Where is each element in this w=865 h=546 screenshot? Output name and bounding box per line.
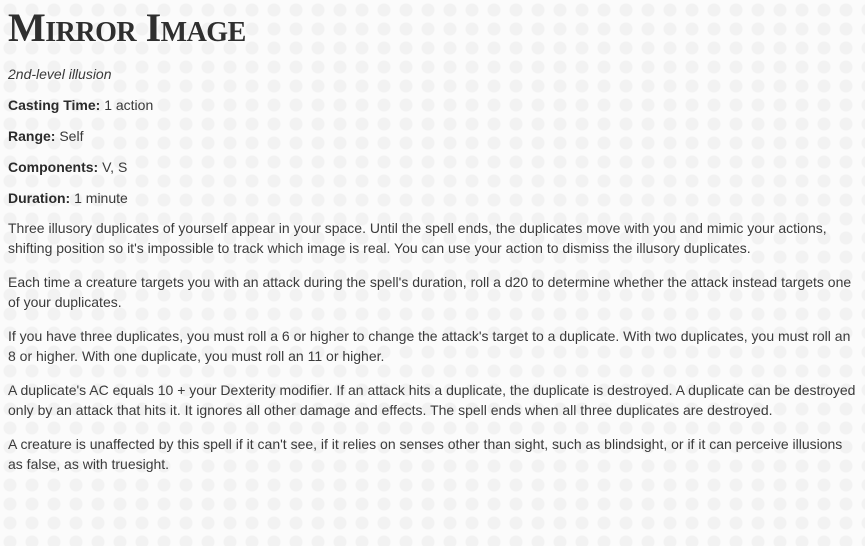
description-paragraph: Three illusory duplicates of yourself ap… bbox=[8, 220, 827, 256]
duration-value: 1 minute bbox=[74, 190, 128, 206]
casting-time-value: 1 action bbox=[104, 97, 154, 113]
description-paragraph: Each time a creature targets you with an… bbox=[8, 274, 852, 310]
spell-title: Mirror Image bbox=[8, 5, 246, 50]
description-paragraph: A creature is unaffected by this spell i… bbox=[8, 436, 843, 472]
description-paragraph: If you have three duplicates, you must r… bbox=[8, 328, 851, 364]
casting-time-row: Casting Time: 1 action bbox=[8, 96, 857, 114]
duration-row: Duration: 1 minute bbox=[8, 189, 857, 207]
range-label: Range: bbox=[8, 128, 56, 144]
components-label: Components: bbox=[8, 159, 99, 175]
spell-page: Mirror Image 2nd-level illusion Casting … bbox=[0, 0, 865, 546]
spell-level-school: 2nd-level illusion bbox=[8, 66, 112, 82]
duration-label: Duration: bbox=[8, 190, 71, 206]
range-row: Range: Self bbox=[8, 127, 857, 145]
description-paragraph: A duplicate's AC equals 10 + your Dexter… bbox=[8, 382, 856, 418]
range-value: Self bbox=[59, 128, 84, 144]
casting-time-label: Casting Time: bbox=[8, 97, 101, 113]
components-value: V, S bbox=[102, 159, 128, 175]
components-row: Components: V, S bbox=[8, 158, 857, 176]
